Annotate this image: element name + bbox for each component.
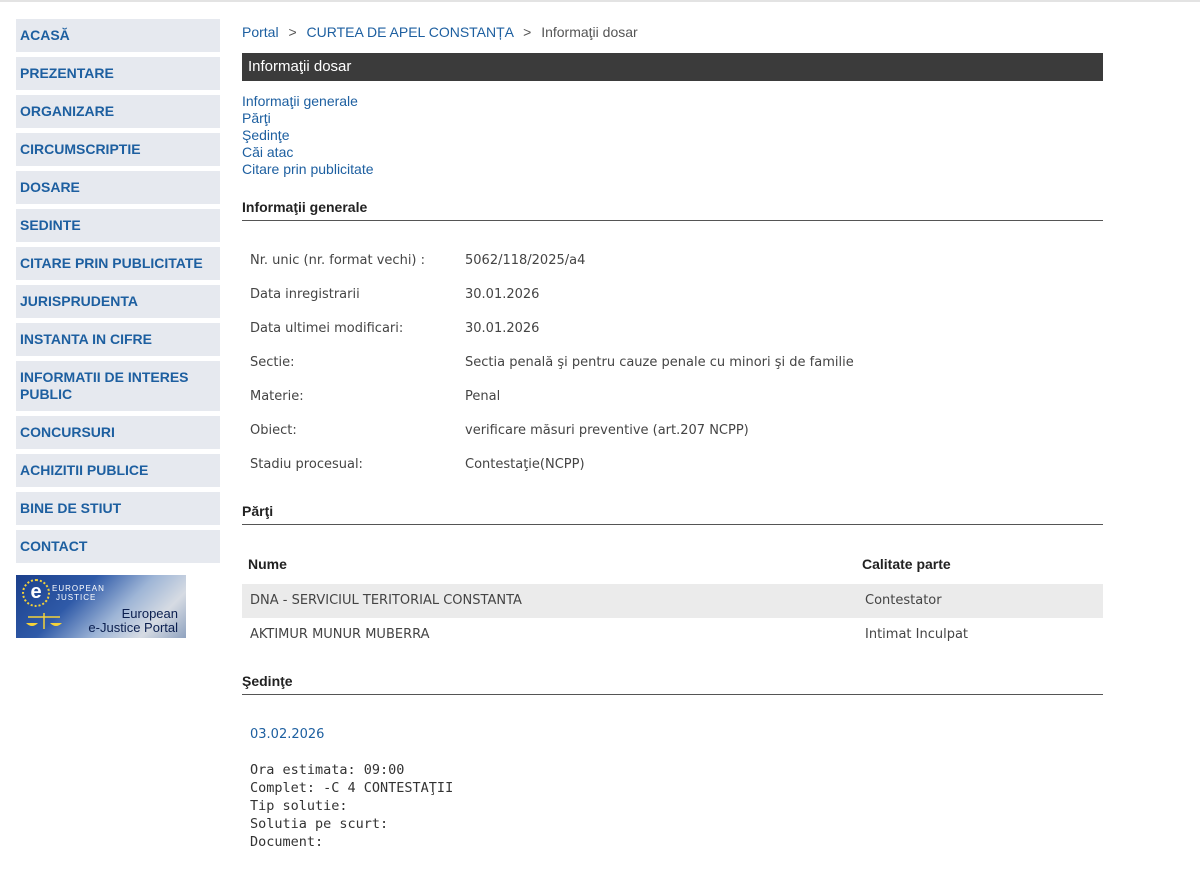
ejustice-title-2: e-Justice Portal bbox=[88, 620, 178, 635]
info-row: Data inregistrarii 30.01.2026 bbox=[250, 287, 854, 321]
sidebar-item-organizare[interactable]: ORGANIZARE bbox=[16, 95, 220, 128]
column-header-nume: Nume bbox=[248, 556, 287, 572]
page-title: Informaţii dosar bbox=[242, 53, 1103, 81]
hearing-detail-line: Tip solutie: bbox=[250, 798, 348, 814]
section-heading-sedinte: Şedinţe bbox=[242, 673, 1103, 695]
party-role: Intimat Inculpat bbox=[865, 627, 969, 642]
sidebar-item-label: CITARE PRIN PUBLICITATE bbox=[20, 255, 203, 271]
anchor-citare[interactable]: Citare prin publicitate bbox=[242, 161, 374, 178]
sidebar-item-prezentare[interactable]: PREZENTARE bbox=[16, 57, 220, 90]
info-value: Sectia penală şi pentru cauze penale cu … bbox=[465, 355, 854, 370]
hearing-detail-line: Ora estimata: 09:00 bbox=[250, 762, 405, 778]
sidebar-item-label: ACHIZITII PUBLICE bbox=[20, 462, 149, 478]
hearing-detail-line: Complet: -C 4 CONTESTAŢII bbox=[250, 780, 454, 796]
party-name: AKTIMUR MUNUR MUBERRA bbox=[250, 627, 430, 642]
ejustice-portal-banner[interactable]: e EUROPEAN JUSTICE European e-Justice Po… bbox=[16, 575, 186, 638]
sidebar-item-circumscriptie[interactable]: CIRCUMSCRIPTIE bbox=[16, 133, 220, 166]
info-value: 5062/118/2025/a4 bbox=[465, 253, 586, 268]
breadcrumb: Portal > CURTEA DE APEL CONSTANȚA > Info… bbox=[242, 24, 638, 40]
sidebar-item-label: INSTANTA IN CIFRE bbox=[20, 331, 152, 347]
anchor-sedinte[interactable]: Şedinţe bbox=[242, 127, 374, 144]
case-info-table: Nr. unic (nr. format vechi) : 5062/118/20… bbox=[250, 253, 854, 491]
table-row: DNA - SERVICIUL TERITORIAL CONSTANTA Con… bbox=[242, 584, 1103, 618]
party-role: Contestator bbox=[865, 593, 942, 608]
sidebar-item-concursuri[interactable]: CONCURSURI bbox=[16, 416, 220, 449]
ejustice-logo-line1: EUROPEAN bbox=[52, 584, 105, 593]
sidebar-item-jurisprudenta[interactable]: JURISPRUDENTA bbox=[16, 285, 220, 318]
info-row: Stadiu procesual: Contestaţie(NCPP) bbox=[250, 457, 854, 491]
section-heading-parti: Părţi bbox=[242, 503, 1103, 525]
sidebar-item-label: JURISPRUDENTA bbox=[20, 293, 138, 309]
info-label: Obiect: bbox=[250, 423, 297, 438]
info-row: Obiect: verificare măsuri preventive (art… bbox=[250, 423, 854, 457]
column-header-calitate: Calitate parte bbox=[862, 556, 951, 572]
info-label: Nr. unic (nr. format vechi) : bbox=[250, 253, 426, 268]
info-value: Contestaţie(NCPP) bbox=[465, 457, 585, 472]
info-label: Data ultimei modificari: bbox=[250, 321, 404, 336]
breadcrumb-current: Informaţii dosar bbox=[541, 24, 638, 40]
hearing-date-link[interactable]: 03.02.2026 bbox=[250, 727, 324, 742]
scales-icon bbox=[26, 613, 62, 629]
info-value: 30.01.2026 bbox=[465, 321, 540, 336]
sidebar-item-label: PREZENTARE bbox=[20, 65, 114, 81]
sidebar-item-contact[interactable]: CONTACT bbox=[16, 530, 220, 563]
ejustice-title-1: European bbox=[121, 606, 178, 621]
top-divider bbox=[0, 0, 1200, 2]
sidebar-nav: ACASĂ PREZENTARE ORGANIZARE CIRCUMSCRIPT… bbox=[16, 19, 220, 568]
info-label: Stadiu procesual: bbox=[250, 457, 363, 472]
sidebar-item-label: CIRCUMSCRIPTIE bbox=[20, 141, 141, 157]
info-row: Nr. unic (nr. format vechi) : 5062/118/20… bbox=[250, 253, 854, 287]
info-row: Data ultimei modificari: 30.01.2026 bbox=[250, 321, 854, 355]
ejustice-logo-line2: JUSTICE bbox=[56, 593, 97, 602]
table-row: AKTIMUR MUNUR MUBERRA Intimat Inculpat bbox=[242, 618, 1103, 652]
section-anchor-links: Informaţii generale Părţi Şedinţe Căi at… bbox=[242, 93, 374, 178]
hearing-detail-line: Solutia pe scurt: bbox=[250, 816, 389, 832]
sidebar-item-citare[interactable]: CITARE PRIN PUBLICITATE bbox=[16, 247, 220, 280]
sidebar-item-sedinte[interactable]: SEDINTE bbox=[16, 209, 220, 242]
info-label: Data inregistrarii bbox=[250, 287, 360, 302]
sidebar-item-label: INFORMATII DE INTERES PUBLIC bbox=[20, 369, 189, 402]
sidebar-item-label: BINE DE STIUT bbox=[20, 500, 122, 516]
breadcrumb-separator: > bbox=[523, 24, 532, 40]
hearing-details: Ora estimata: 09:00 Complet: -C 4 CONTES… bbox=[250, 761, 453, 851]
sidebar-item-achizitii[interactable]: ACHIZITII PUBLICE bbox=[16, 454, 220, 487]
info-label: Sectie: bbox=[250, 355, 295, 370]
sidebar-item-bine-de-stiut[interactable]: BINE DE STIUT bbox=[16, 492, 220, 525]
sidebar-item-label: ORGANIZARE bbox=[20, 103, 115, 119]
breadcrumb-separator: > bbox=[288, 24, 297, 40]
info-row: Sectie: Sectia penală şi pentru cauze pen… bbox=[250, 355, 854, 389]
hearing-detail-line: Document: bbox=[250, 834, 324, 850]
anchor-informatii-generale[interactable]: Informaţii generale bbox=[242, 93, 374, 110]
info-value: Penal bbox=[465, 389, 501, 404]
party-name: DNA - SERVICIUL TERITORIAL CONSTANTA bbox=[250, 593, 522, 608]
sidebar-item-instanta-in-cifre[interactable]: INSTANTA IN CIFRE bbox=[16, 323, 220, 356]
anchor-parti[interactable]: Părţi bbox=[242, 110, 374, 127]
section-heading-informatii-generale: Informaţii generale bbox=[242, 199, 1103, 221]
breadcrumb-court-link[interactable]: CURTEA DE APEL CONSTANȚA bbox=[307, 24, 514, 40]
sidebar-item-dosare[interactable]: DOSARE bbox=[16, 171, 220, 204]
breadcrumb-portal-link[interactable]: Portal bbox=[242, 24, 279, 40]
parties-table-header: Nume Calitate parte bbox=[248, 556, 1103, 572]
info-value: verificare măsuri preventive (art.207 NC… bbox=[465, 423, 749, 438]
sidebar-item-label: SEDINTE bbox=[20, 217, 81, 233]
info-value: 30.01.2026 bbox=[465, 287, 540, 302]
sidebar-item-informatii-interes-public[interactable]: INFORMATII DE INTERES PUBLIC bbox=[16, 361, 220, 411]
sidebar-item-label: ACASĂ bbox=[20, 27, 70, 43]
sidebar-item-label: CONCURSURI bbox=[20, 424, 115, 440]
sidebar-item-label: DOSARE bbox=[20, 179, 80, 195]
anchor-cai-atac[interactable]: Căi atac bbox=[242, 144, 374, 161]
sidebar-item-acasa[interactable]: ACASĂ bbox=[16, 19, 220, 52]
info-label: Materie: bbox=[250, 389, 304, 404]
ejustice-logo-icon: e bbox=[22, 579, 50, 607]
info-row: Materie: Penal bbox=[250, 389, 854, 423]
sidebar-item-label: CONTACT bbox=[20, 538, 88, 554]
